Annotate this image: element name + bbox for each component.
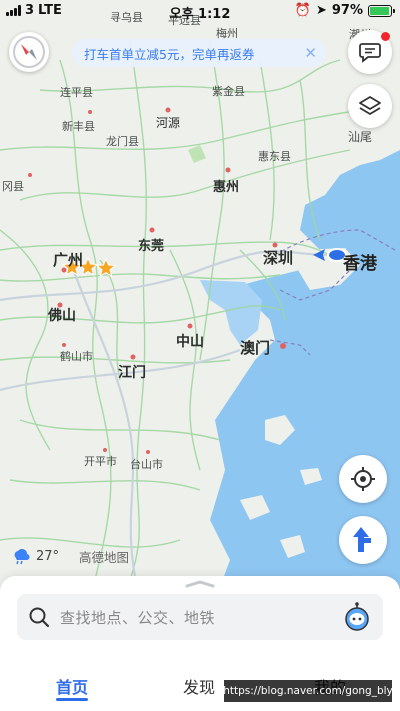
map-label: 中山 [176, 334, 204, 350]
bottom-sheet[interactable]: 查找地点、公交、地铁 [0, 576, 400, 657]
tab-discover-label: 发现 [183, 678, 216, 697]
map-label: 江门 [118, 365, 146, 381]
map-label: 惠东县 [258, 150, 291, 163]
message-button[interactable] [348, 30, 392, 74]
route-arrow-icon [353, 527, 371, 552]
promo-text: 打车首单立减5元，完单再返券 [84, 46, 255, 62]
status-right: ⏰ ➤ 97% [294, 3, 395, 18]
map-label: 香港 [343, 254, 377, 274]
layers-button[interactable] [348, 84, 392, 128]
rain-cloud-icon [14, 548, 30, 564]
search-icon [29, 607, 50, 628]
map-label: 开平市 [84, 455, 117, 468]
map-label: 河源 [156, 116, 181, 130]
battery-icon [368, 4, 395, 17]
watermark: https://blog.naver.com/gong_bly [223, 680, 393, 702]
map-label: 广州 [53, 251, 84, 269]
status-bar: 3 LTE 오후 1:12 ⏰ ➤ 97% [0, 0, 400, 22]
map-label: 汕尾 [348, 130, 373, 144]
promo-banner[interactable]: 打车首单立减5元，完单再返券 ✕ [72, 39, 326, 67]
map-label: 深圳 [263, 249, 294, 267]
map-label: 龙门县 [106, 135, 139, 148]
map-label: 澳门 [240, 339, 271, 357]
star-icon [95, 257, 117, 278]
map-label: 紫金县 [212, 85, 245, 98]
map-label: 连平县 [60, 86, 93, 99]
search-placeholder: 查找地点、公交、地铁 [60, 608, 216, 627]
map-label: 东莞 [138, 239, 165, 254]
notification-dot [381, 32, 390, 41]
tab-home-label: 首页 [56, 678, 89, 697]
map-label: 惠州 [213, 180, 240, 195]
alarm-icon: ⏰ [294, 3, 311, 18]
temperature: 27° [36, 549, 60, 564]
layers-icon [359, 96, 381, 115]
active-tab-indicator [56, 698, 88, 701]
search-input[interactable]: 查找地点、公交、地铁 [17, 594, 383, 640]
map-label: 台山市 [130, 458, 163, 471]
compass-button[interactable] [9, 32, 49, 72]
message-icon [359, 43, 381, 63]
battery-percent: 97% [331, 3, 363, 18]
app-logo-text: 高德地图 [79, 550, 130, 565]
sheet-handle-icon[interactable] [184, 580, 216, 588]
weather-widget[interactable]: 27° 高德地图 [12, 547, 129, 566]
map-label: 佛山 [48, 308, 76, 324]
close-icon[interactable]: ✕ [304, 44, 317, 62]
locate-me-button[interactable] [339, 455, 387, 503]
map-label: 鹤山市 [60, 350, 93, 363]
route-button[interactable] [339, 516, 387, 564]
voice-assistant-icon[interactable] [343, 602, 371, 632]
map-label: 新丰县 [62, 120, 95, 133]
tab-discover[interactable]: 发现 [183, 674, 215, 698]
tab-home[interactable]: 首页 [56, 674, 89, 701]
map-label: 冈县 [2, 180, 24, 193]
location-arrow-icon: ➤ [315, 3, 327, 18]
crosshair-icon [351, 467, 375, 491]
compass-icon [13, 36, 45, 68]
current-location-marker [313, 248, 347, 262]
